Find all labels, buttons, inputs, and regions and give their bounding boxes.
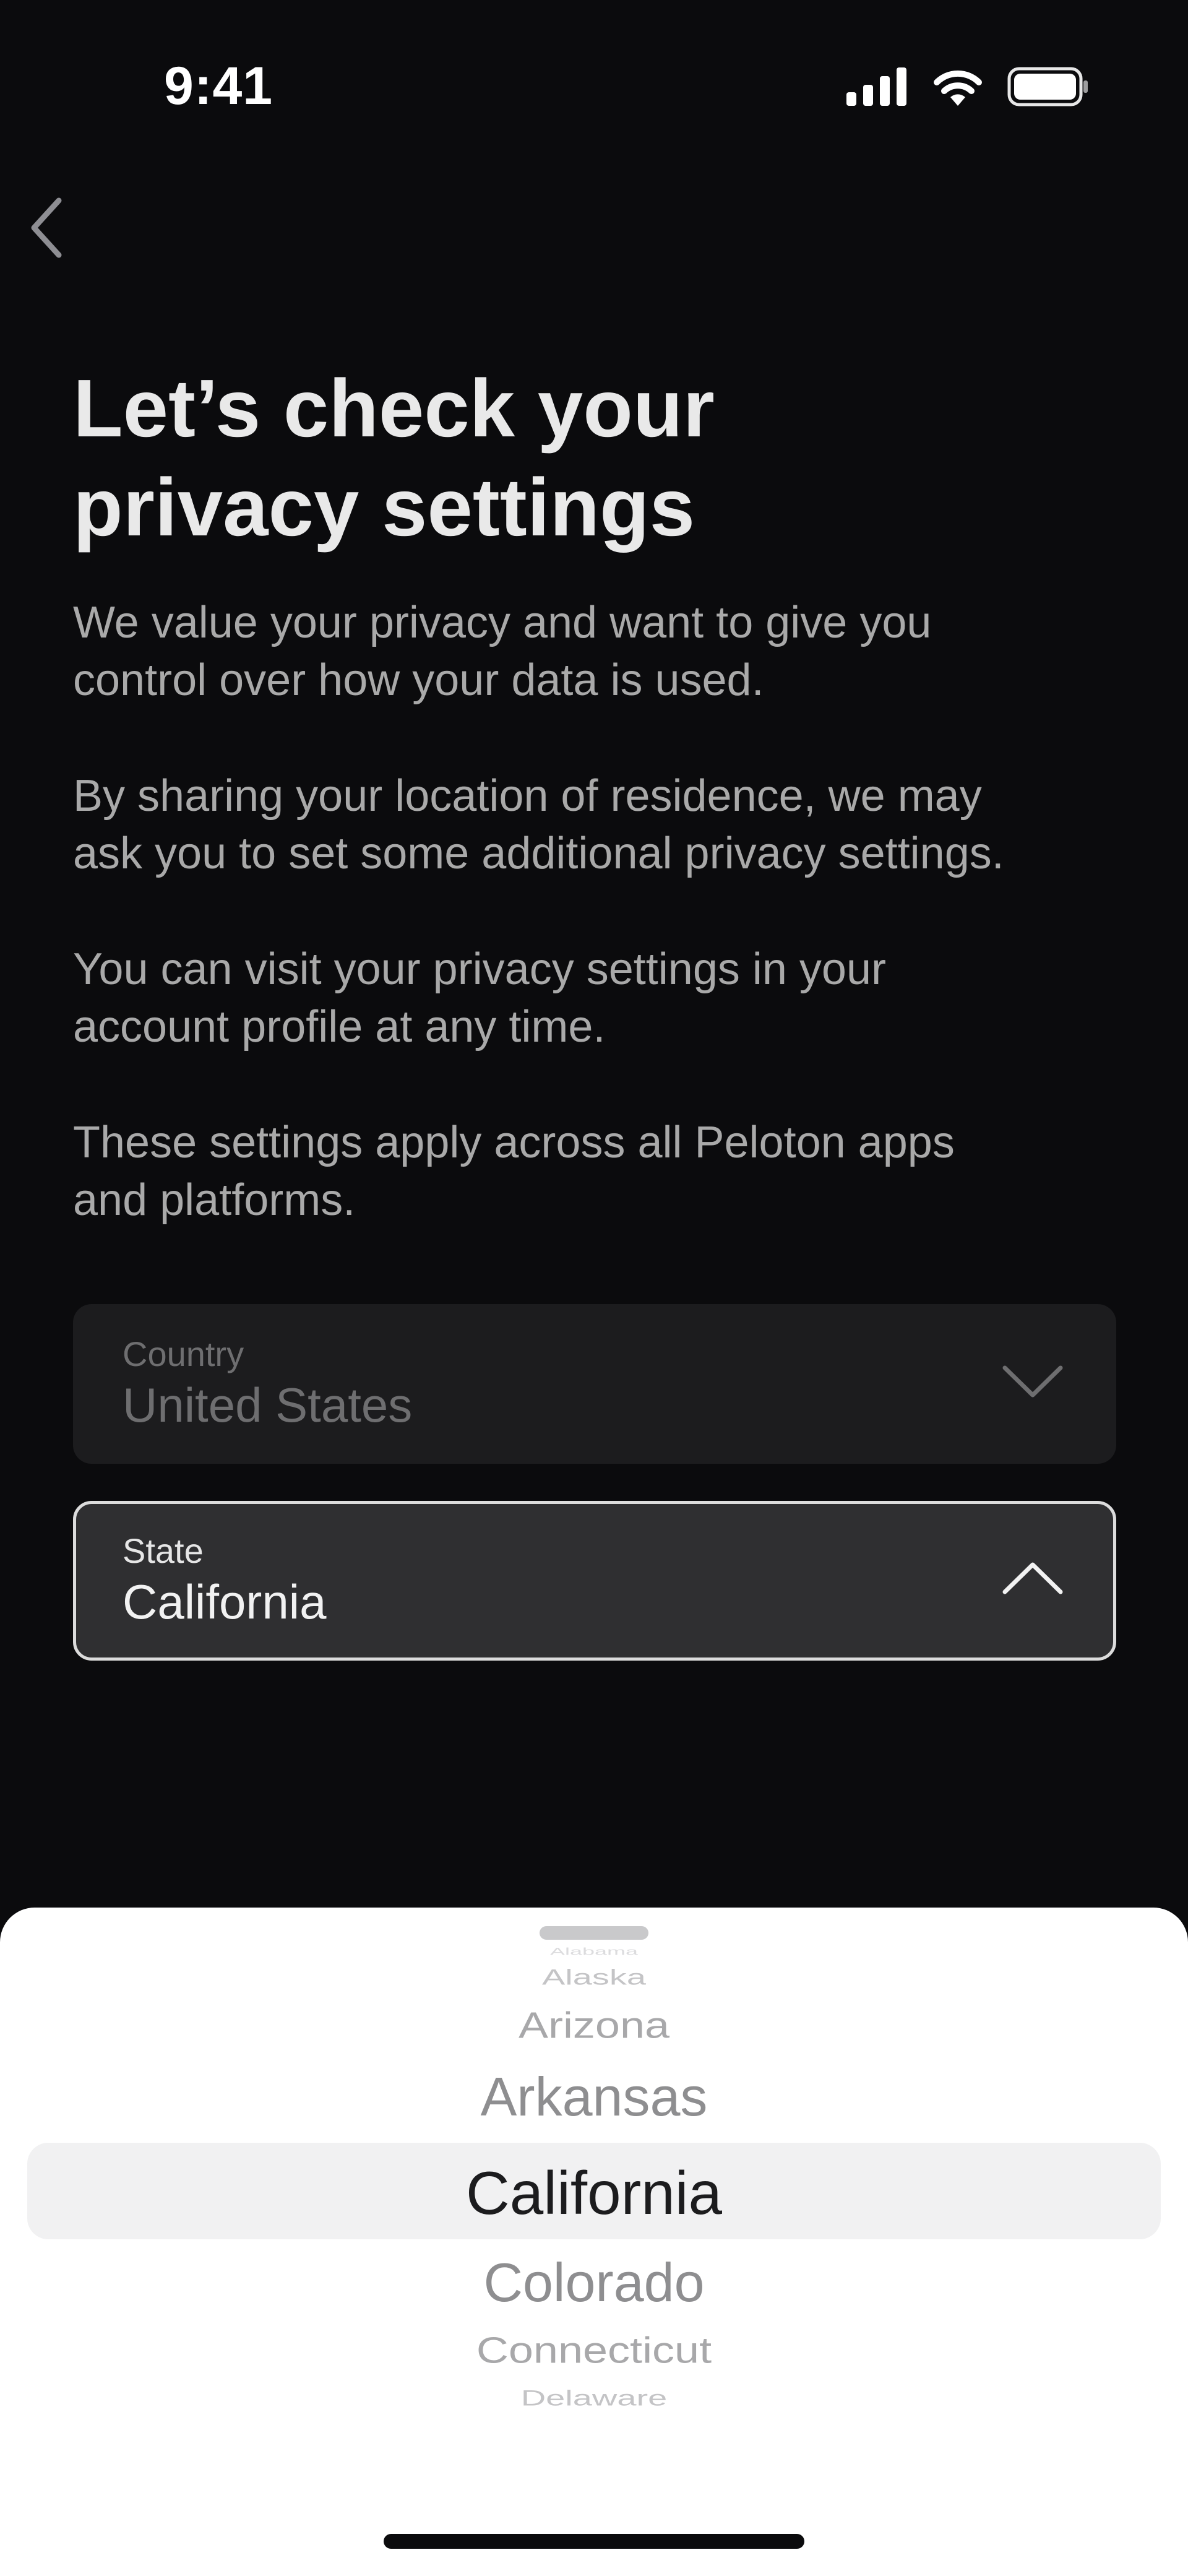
- state-label: State: [123, 1531, 204, 1570]
- back-button[interactable]: [19, 192, 74, 266]
- picker-item-selected[interactable]: California: [0, 2158, 1188, 2228]
- paragraph-line: account profile at any time.: [73, 1002, 606, 1052]
- picker-item[interactable]: Connecticut: [0, 2330, 1188, 2371]
- chevron-down-icon: [999, 1357, 1067, 1406]
- country-select[interactable]: Country United States: [73, 1304, 1116, 1464]
- cellular-signal-icon: [846, 67, 908, 109]
- chevron-left-icon: [27, 197, 66, 262]
- state-select[interactable]: State California: [73, 1501, 1116, 1661]
- paragraph-line: By sharing your location of residence, w…: [73, 771, 982, 821]
- profile-paragraph: You can visit your privacy settings in y…: [73, 941, 1137, 1056]
- paragraph-line: control over how your data is used.: [73, 655, 764, 705]
- status-time: 9:41: [164, 56, 273, 116]
- paragraph-line: You can visit your privacy settings in y…: [73, 944, 886, 994]
- title-line-2: privacy settings: [73, 462, 695, 553]
- location-paragraph: By sharing your location of residence, w…: [73, 767, 1137, 883]
- picker-item[interactable]: Alabama: [0, 1946, 1188, 1958]
- status-icons: [846, 67, 1089, 110]
- page-title: Let’s check your privacy settings: [73, 359, 939, 557]
- paragraph-line: These settings apply across all Peloton …: [73, 1118, 955, 1167]
- paragraph-line: We value your privacy and want to give y…: [73, 598, 932, 647]
- picker-item[interactable]: Colorado: [0, 2251, 1188, 2314]
- privacy-intro-paragraph: We value your privacy and want to give y…: [73, 594, 1137, 709]
- paragraph-line: and platforms.: [73, 1175, 356, 1225]
- chevron-up-icon: [999, 1554, 1067, 1603]
- paragraph-line: ask you to set some additional privacy s…: [73, 829, 1004, 878]
- state-picker-sheet: Alabama Alaska Arizona Arkansas Californ…: [0, 1908, 1188, 2576]
- sheet-grabber[interactable]: [540, 1926, 648, 1940]
- title-line-1: Let’s check your: [73, 363, 715, 454]
- country-label: Country: [123, 1334, 244, 1373]
- picker-item[interactable]: Arizona: [0, 2005, 1188, 2046]
- picker-item[interactable]: Alaska: [0, 1964, 1188, 1989]
- state-value: California: [123, 1575, 327, 1629]
- picker-item[interactable]: Arkansas: [0, 2065, 1188, 2129]
- country-value: United States: [123, 1378, 413, 1432]
- wifi-icon: [932, 67, 984, 109]
- battery-icon: [1007, 67, 1089, 110]
- picker-item[interactable]: Delaware: [0, 2385, 1188, 2410]
- home-indicator: [384, 2534, 804, 2549]
- privacy-settings-screen: 9:41 Let’s check your privacy settings W…: [0, 0, 1188, 2576]
- platforms-paragraph: These settings apply across all Peloton …: [73, 1114, 1137, 1229]
